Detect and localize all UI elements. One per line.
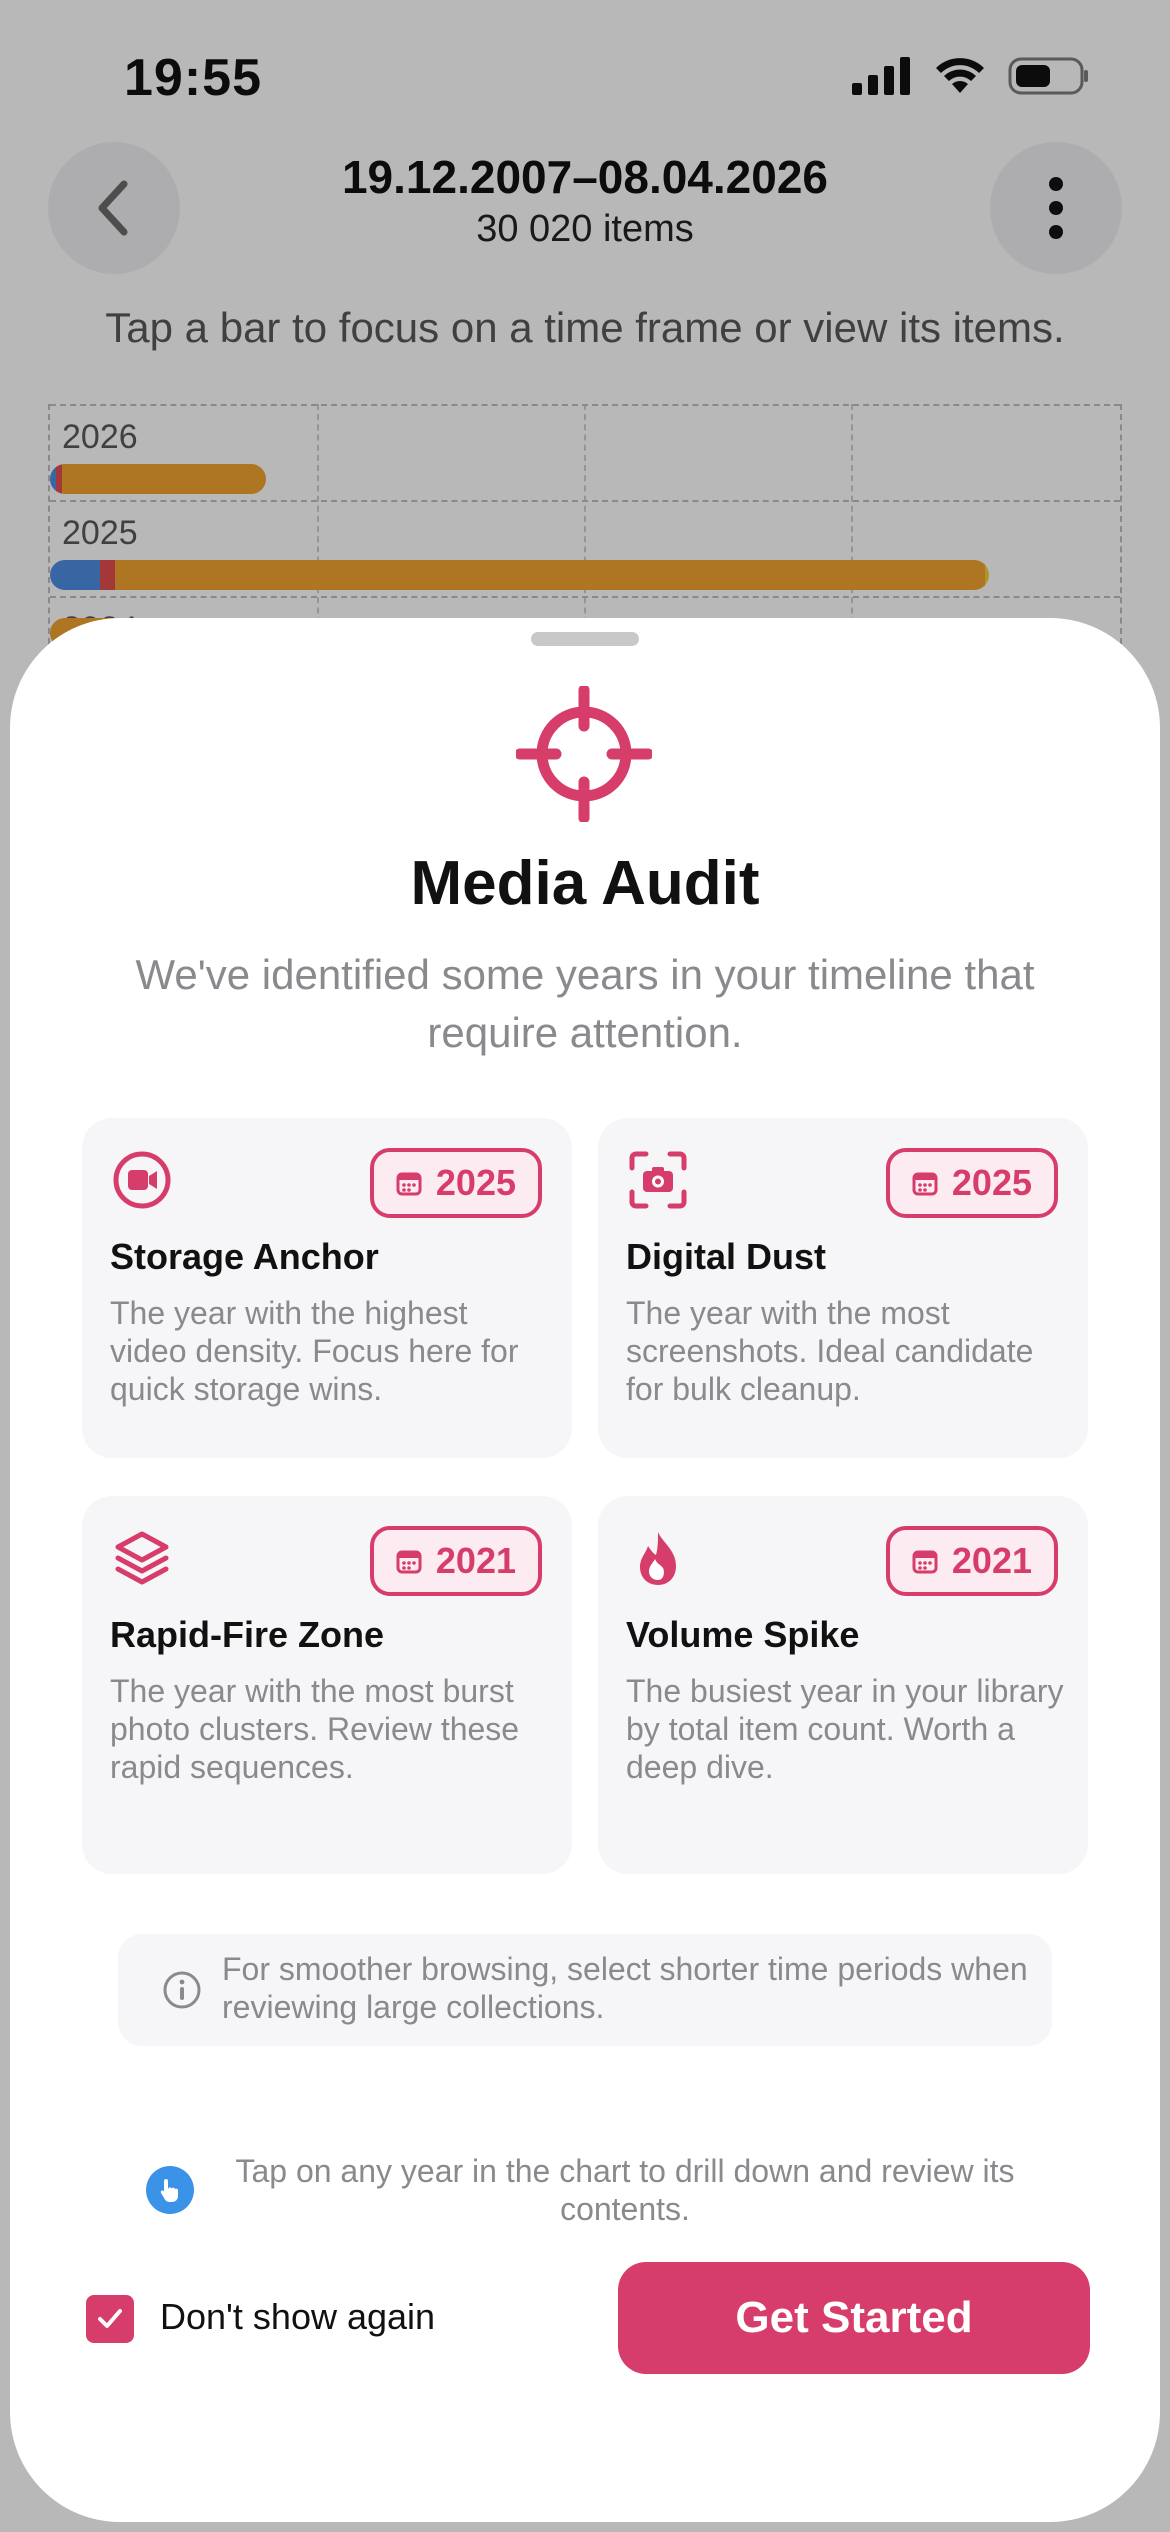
year-badge[interactable]: 2021 [369, 1526, 542, 1596]
card-title: Rapid-Fire Zone [110, 1614, 385, 1655]
insight-card-rapid-fire-zone[interactable]: 2021 Rapid-Fire Zone The year with the m… [82, 1496, 572, 1874]
layers-icon [110, 1526, 174, 1590]
calendar-icon [396, 1172, 422, 1196]
card-title: Volume Spike [626, 1614, 860, 1655]
card-body: The year with the highest video density.… [110, 1295, 519, 1407]
get-started-button[interactable]: Get Started [618, 2262, 1090, 2374]
card-body: The busiest year in your library by tota… [626, 1673, 1064, 1785]
dont-show-again-checkbox[interactable] [86, 2295, 134, 2343]
checkmark-icon [98, 2309, 122, 2328]
insight-card-digital-dust[interactable]: 2025 Digital Dust The year with the most… [598, 1118, 1088, 1458]
badge-year: 2021 [435, 1540, 516, 1581]
year-badge[interactable]: 2025 [369, 1148, 542, 1218]
card-body: The year with the most burst photo clust… [110, 1673, 520, 1785]
screenshot-icon [626, 1148, 690, 1212]
badge-year: 2025 [951, 1162, 1032, 1203]
year-badge[interactable]: 2025 [885, 1148, 1058, 1218]
card-body: The year with the most screenshots. Idea… [626, 1295, 1034, 1407]
media-audit-sheet: Media Audit We've identified some years … [10, 618, 1160, 2522]
calendar-icon [912, 1550, 938, 1574]
sheet-description: We've identified some years in your time… [135, 951, 1035, 1056]
crosshair-icon [516, 686, 652, 822]
card-title: Storage Anchor [110, 1236, 379, 1277]
dont-show-again-label[interactable]: Don't show again [160, 2296, 435, 2338]
insight-card-volume-spike[interactable]: 2021 Volume Spike The busiest year in yo… [598, 1496, 1088, 1874]
flame-icon [626, 1526, 690, 1590]
info-icon [163, 1971, 201, 2009]
calendar-icon [912, 1172, 938, 1196]
info-text: For smoother browsing, select shorter ti… [222, 1951, 1028, 2025]
drill-down-tip: Tap on any year in the chart to drill do… [235, 2153, 1015, 2227]
calendar-icon [396, 1550, 422, 1574]
info-banner: For smoother browsing, select shorter ti… [118, 1934, 1052, 2046]
tap-hand-icon [146, 2166, 194, 2214]
video-icon [110, 1148, 174, 1212]
insight-card-storage-anchor[interactable]: 2025 Storage Anchor The year with the hi… [82, 1118, 572, 1458]
sheet-title: Media Audit [410, 849, 760, 918]
sheet-grabber[interactable] [531, 632, 639, 646]
badge-year: 2025 [435, 1162, 516, 1203]
year-badge[interactable]: 2021 [885, 1526, 1058, 1596]
badge-year: 2021 [951, 1540, 1032, 1581]
card-title: Digital Dust [626, 1236, 827, 1277]
